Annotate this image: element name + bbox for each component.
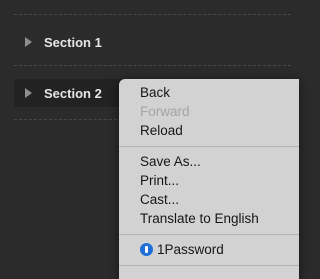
context-menu: Back Forward Reload Save As... Print... … [119, 79, 299, 279]
disclosure-triangle-icon[interactable] [25, 37, 32, 47]
menu-item-translate[interactable]: Translate to English [119, 209, 299, 228]
menu-item-print[interactable]: Print... [119, 171, 299, 190]
section-2-label: Section 2 [44, 85, 102, 101]
menu-item-cast[interactable]: Cast... [119, 190, 299, 209]
section-1-row[interactable]: Section 1 [14, 28, 291, 56]
menu-item-1password[interactable]: 1Password [119, 240, 299, 259]
menu-item-save-as[interactable]: Save As... [119, 152, 299, 171]
disclosure-triangle-icon[interactable] [25, 88, 32, 98]
section-1-label: Section 1 [44, 34, 102, 50]
menu-separator [119, 234, 299, 235]
menu-separator [119, 146, 299, 147]
menu-item-reload[interactable]: Reload [119, 121, 299, 140]
1password-icon [140, 243, 153, 256]
section-divider [14, 14, 291, 15]
menu-item-back[interactable]: Back [119, 83, 299, 102]
menu-separator [119, 265, 299, 266]
section-divider [14, 65, 291, 66]
menu-item-forward: Forward [140, 104, 190, 119]
